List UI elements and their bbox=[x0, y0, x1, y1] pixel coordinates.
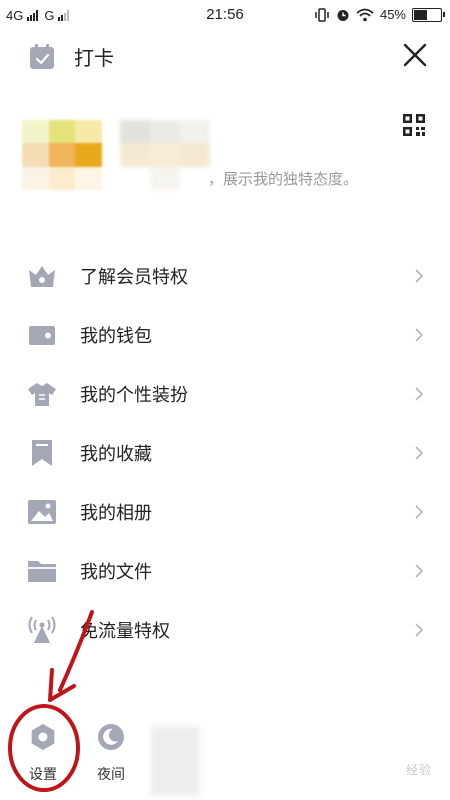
menu-item-label: 我的文件 bbox=[80, 561, 152, 583]
signature-text: ，展示我的独特态度。 bbox=[208, 170, 359, 188]
menu-item-files[interactable]: 我的文件 bbox=[0, 541, 450, 600]
wifi-icon bbox=[356, 8, 374, 21]
alarm-icon bbox=[337, 9, 349, 21]
chevron-right-icon bbox=[415, 386, 424, 401]
menu-item-label: 了解会员特权 bbox=[80, 266, 188, 288]
watermark-text: 经验 bbox=[405, 763, 432, 777]
folder-icon bbox=[28, 560, 56, 582]
battery-icon bbox=[412, 7, 445, 22]
checkin-button[interactable]: 打卡 bbox=[28, 42, 114, 71]
nickname-blurred bbox=[120, 120, 210, 190]
chevron-right-icon bbox=[415, 504, 424, 519]
profile-section[interactable]: ，展示我的独特态度。 bbox=[0, 100, 450, 210]
chevron-right-icon bbox=[415, 445, 424, 460]
night-mode-label: 夜间 bbox=[97, 767, 125, 783]
checkin-label: 打卡 bbox=[74, 46, 114, 70]
photo-icon bbox=[28, 499, 56, 524]
menu-item-vip[interactable]: 了解会员特权 bbox=[0, 246, 450, 305]
qr-code-icon[interactable] bbox=[403, 114, 425, 136]
menu-item-label: 我的收藏 bbox=[80, 443, 152, 465]
moon-icon bbox=[98, 724, 124, 750]
chevron-right-icon bbox=[415, 622, 424, 637]
night-mode-button[interactable]: 夜间 bbox=[81, 722, 141, 784]
menu-item-label: 免流量特权 bbox=[80, 620, 170, 642]
crown-icon bbox=[29, 265, 55, 287]
calendar-check-icon bbox=[30, 43, 54, 69]
drawer-bottom-bar: 设置 夜间 经验 bbox=[0, 708, 450, 800]
menu-item-dressup[interactable]: 我的个性装扮 bbox=[0, 364, 450, 423]
menu-item-label: 我的钱包 bbox=[80, 325, 152, 347]
settings-gear-icon bbox=[31, 724, 55, 750]
wallet-icon bbox=[29, 325, 55, 345]
menu-item-free-data[interactable]: 免流量特权 bbox=[0, 600, 450, 659]
chevron-right-icon bbox=[415, 563, 424, 578]
battery-fill bbox=[414, 9, 427, 20]
close-icon[interactable] bbox=[402, 42, 428, 68]
battery-percent: 45% bbox=[379, 7, 406, 22]
chevron-right-icon bbox=[415, 327, 424, 342]
status-bar: 4G G 21:56 45% bbox=[0, 0, 450, 32]
drawer-header: 打卡 bbox=[0, 32, 450, 80]
settings-button[interactable]: 设置 bbox=[13, 722, 73, 784]
status-right: 45% bbox=[314, 7, 445, 22]
avatar[interactable] bbox=[22, 120, 102, 190]
annotation-arrowhead bbox=[48, 668, 76, 702]
menu-item-label: 我的个性装扮 bbox=[80, 384, 188, 406]
settings-label: 设置 bbox=[29, 767, 57, 783]
menu-item-label: 我的相册 bbox=[80, 502, 152, 524]
menu-item-wallet[interactable]: 我的钱包 bbox=[0, 305, 450, 364]
vibrate-icon bbox=[315, 7, 329, 22]
menu-item-favorites[interactable]: 我的收藏 bbox=[0, 423, 450, 482]
blurred-button bbox=[150, 726, 200, 796]
drawer-menu: 了解会员特权 我的钱包 我的个性装扮 我的收藏 我的相册 我的文件 免流量特权 bbox=[0, 246, 450, 659]
shirt-icon bbox=[28, 382, 56, 406]
bookmark-icon bbox=[32, 439, 52, 466]
menu-item-album[interactable]: 我的相册 bbox=[0, 482, 450, 541]
chevron-right-icon bbox=[415, 268, 424, 283]
signal-tower-icon bbox=[28, 615, 56, 643]
